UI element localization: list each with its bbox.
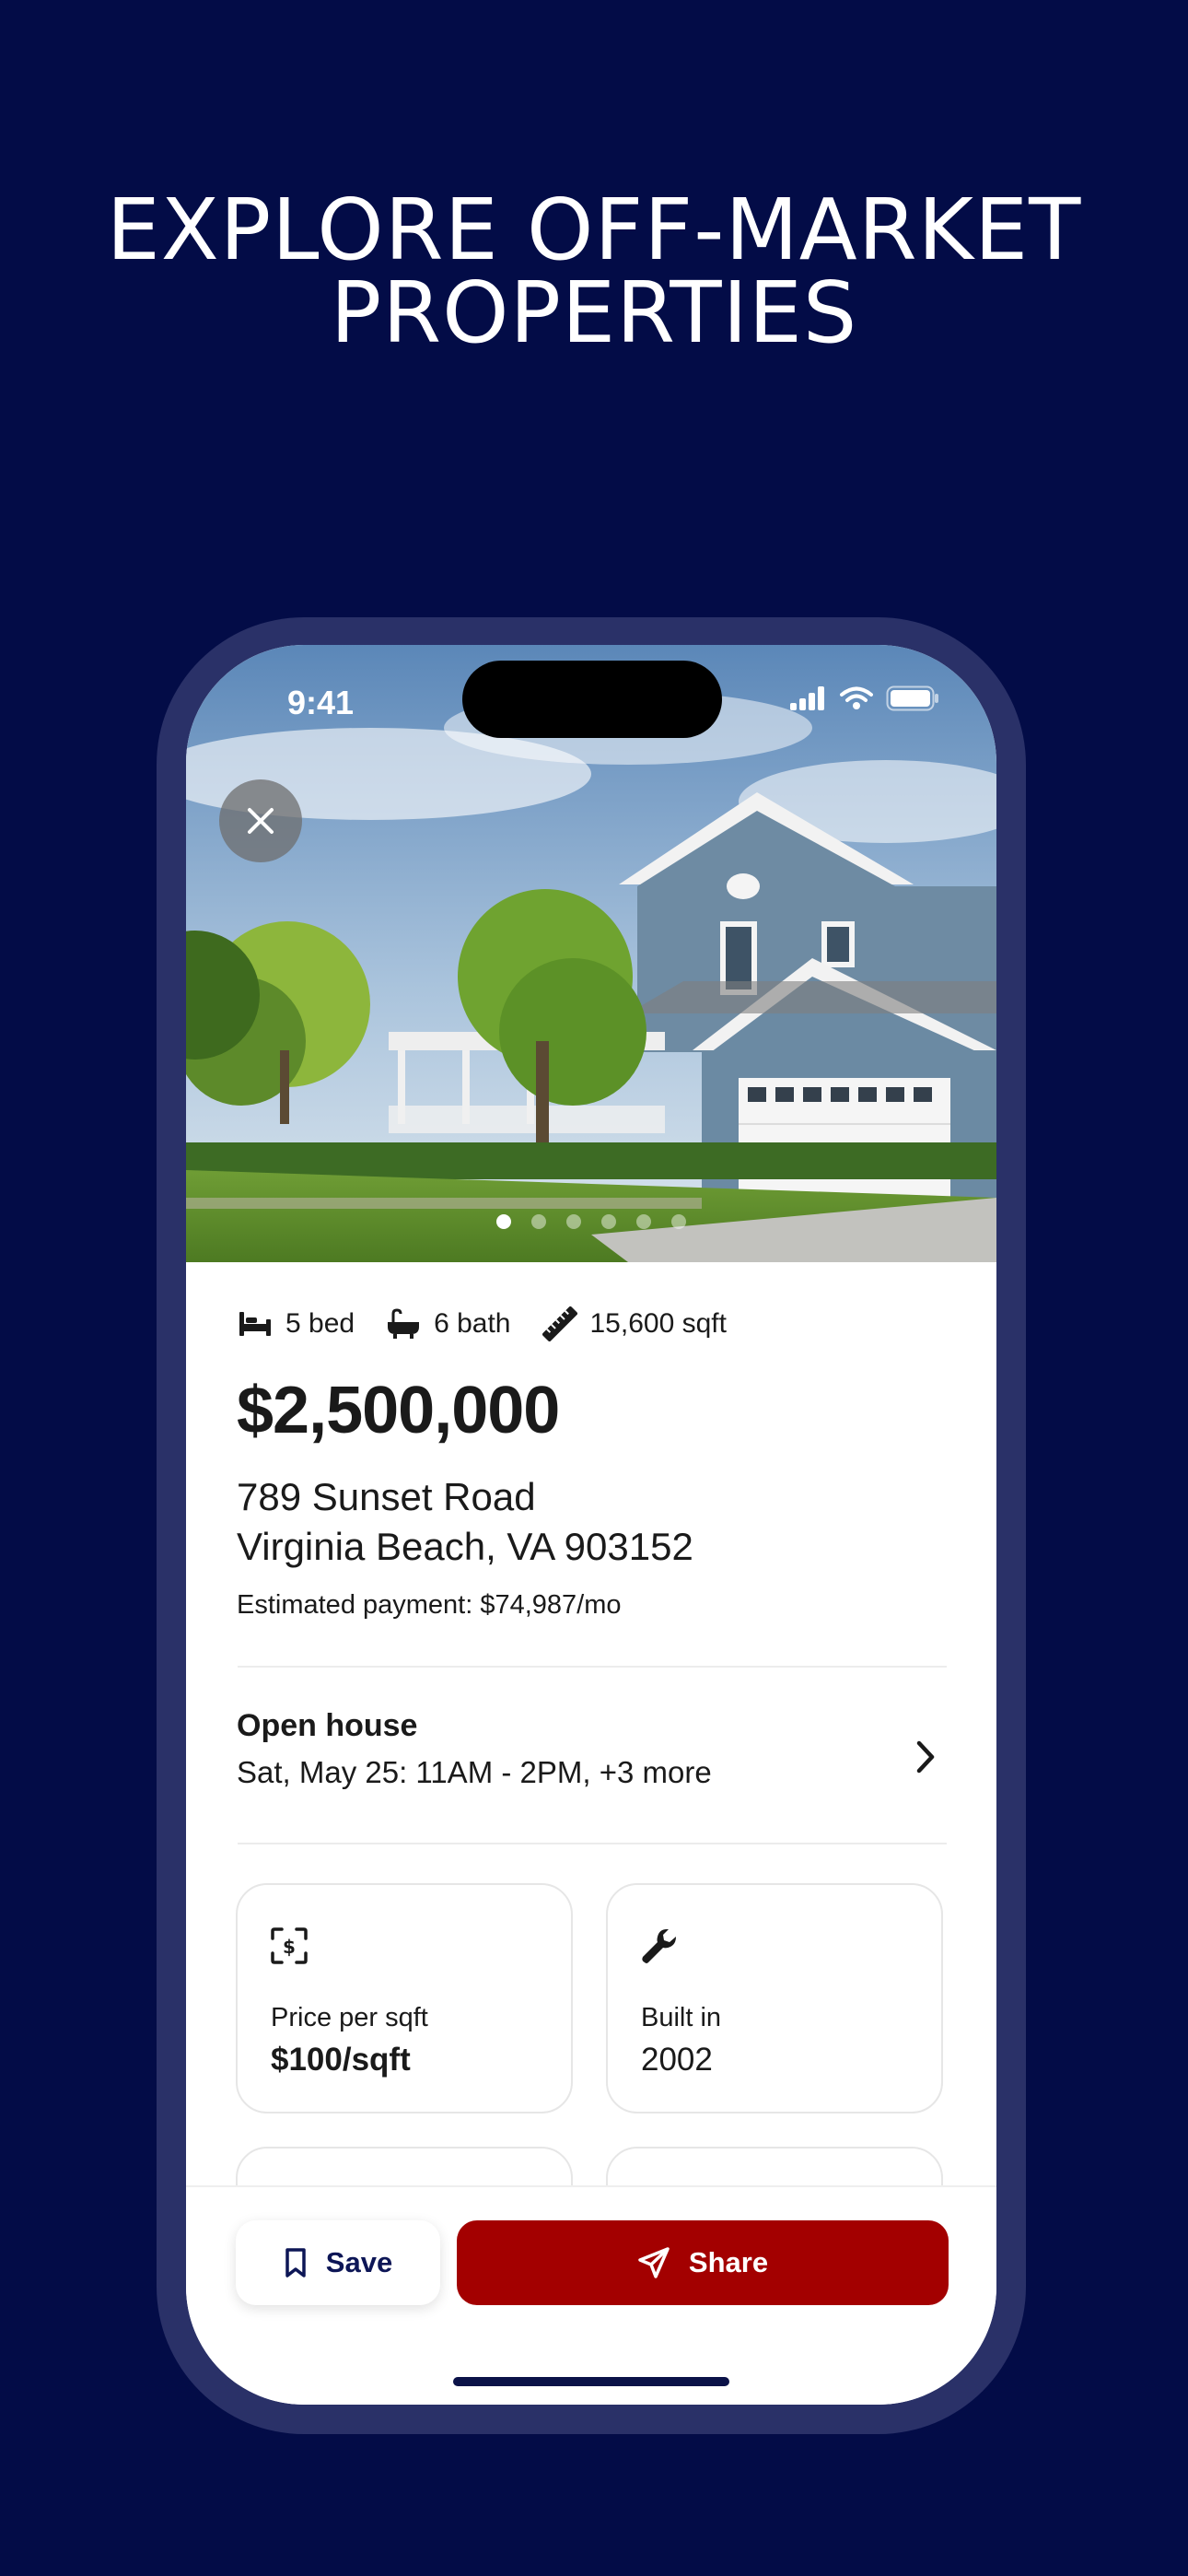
close-icon (248, 808, 274, 834)
cellular-signal-icon (790, 686, 824, 710)
baths-label: 6 bath (434, 1308, 511, 1339)
svg-text:$: $ (283, 1936, 296, 1958)
photo-pagination[interactable] (186, 1214, 996, 1229)
listing-price: $2,500,000 (237, 1374, 560, 1447)
headline-line-2: PROPERTIES (330, 263, 858, 362)
address-line-2: Virginia Beach, VA 903152 (237, 1525, 693, 1568)
open-house-row[interactable]: Open house Sat, May 25: 11AM - 2PM, +3 m… (237, 1708, 948, 1790)
share-button[interactable]: Share (457, 2220, 949, 2305)
beds-label: 5 bed (285, 1308, 355, 1339)
fact-label: Price per sqft (271, 2003, 428, 2032)
bed-icon (239, 1312, 271, 1336)
bathtub-icon (388, 1308, 420, 1339)
open-house-schedule: Sat, May 25: 11AM - 2PM, +3 more (237, 1755, 712, 1789)
phone-screen: 9:41 5 bed 6 bath 15,600 sqft $2,500,000… (186, 645, 996, 2405)
open-house-title: Open house (237, 1708, 418, 1743)
address-line-1: 789 Sunset Road (237, 1475, 536, 1518)
send-icon (638, 2247, 670, 2278)
fact-value: $100/sqft (271, 2042, 411, 2078)
pagination-dot[interactable] (671, 1214, 686, 1229)
save-label: Save (325, 2246, 393, 2278)
fact-value: 2002 (641, 2042, 713, 2078)
estimated-payment: Estimated payment: $74,987/mo (237, 1590, 622, 1620)
pagination-dot[interactable] (601, 1214, 616, 1229)
sqft-label: 15,600 sqft (589, 1308, 727, 1339)
fact-card-price-per-sqft: $ Price per sqft $100/sqft (236, 1883, 573, 2113)
pagination-dot[interactable] (636, 1214, 651, 1229)
dynamic-island (462, 661, 722, 738)
status-time: 9:41 (287, 684, 355, 721)
fact-label: Built in (641, 2003, 722, 2032)
home-indicator[interactable] (453, 2377, 729, 2386)
save-button[interactable]: Save (236, 2220, 440, 2305)
action-bar: Save Share (186, 2185, 996, 2405)
spec-sqft: 15,600 sqft (542, 1306, 727, 1341)
pagination-dot[interactable] (496, 1214, 511, 1229)
divider (238, 1666, 947, 1668)
battery-icon (886, 685, 938, 711)
headline-line-1: EXPLORE OFF-MARKET (106, 181, 1082, 279)
property-specs: 5 bed 6 bath 15,600 sqft (238, 1306, 727, 1341)
pagination-dot[interactable] (566, 1214, 581, 1229)
share-label: Share (688, 2246, 769, 2278)
status-icons (790, 685, 939, 711)
promo-headline: EXPLORE OFF-MARKET PROPERTIES (0, 181, 1188, 362)
ruler-icon (542, 1306, 577, 1341)
close-button[interactable] (219, 779, 302, 862)
spec-beds: 5 bed (238, 1308, 355, 1340)
listing-address: 789 Sunset Road Virginia Beach, VA 90315… (237, 1472, 693, 1572)
bookmark-icon (285, 2248, 306, 2277)
pagination-dot[interactable] (531, 1214, 546, 1229)
divider (238, 1843, 947, 1844)
chevron-right-icon (916, 1740, 935, 1774)
spec-baths: 6 bath (386, 1308, 511, 1340)
fact-card-built-in: Built in 2002 (606, 1883, 943, 2113)
wifi-icon (840, 686, 873, 709)
dollar-scan-icon: $ (271, 1927, 308, 1964)
wrench-icon (642, 1929, 676, 1963)
